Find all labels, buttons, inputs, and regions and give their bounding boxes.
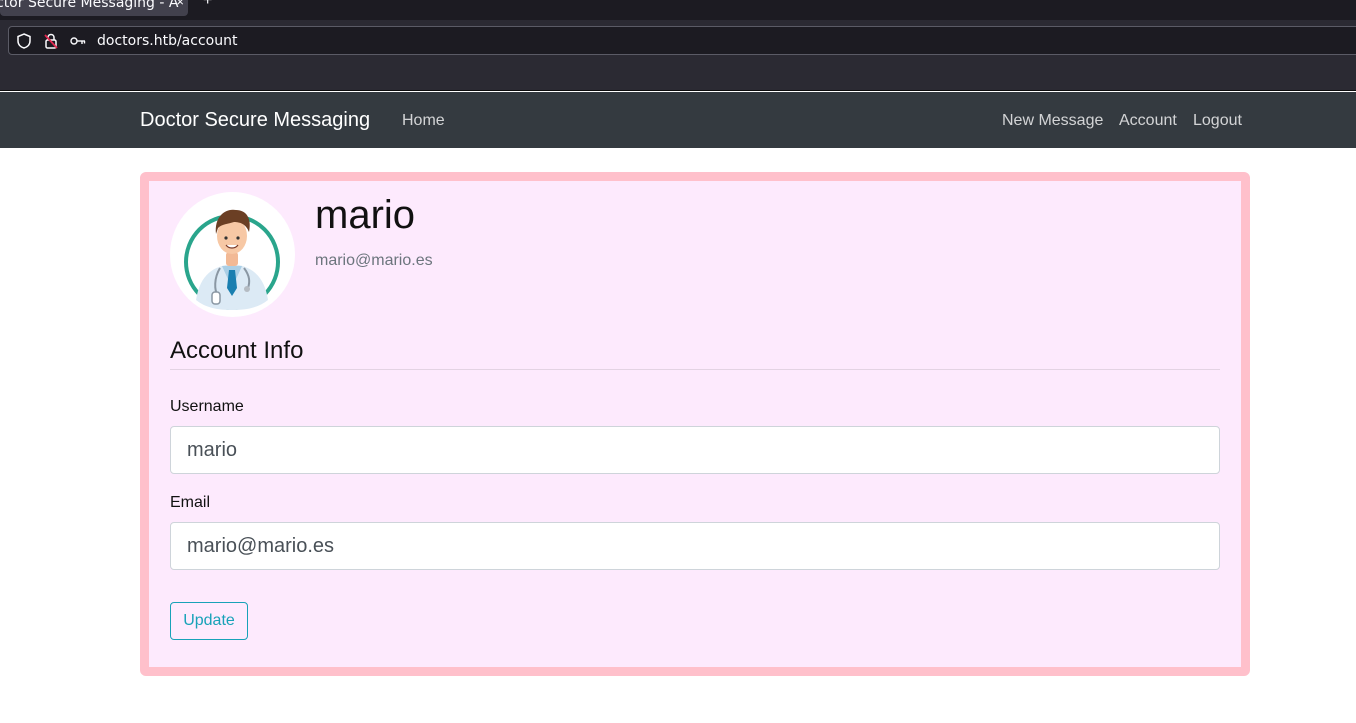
browser-tab[interactable]: ctor Secure Messaging - A × <box>0 0 188 16</box>
browser-tab-strip: ctor Secure Messaging - A × + <box>0 0 1356 20</box>
email-label: Email <box>170 494 211 511</box>
browser-tab-title: ctor Secure Messaging - A <box>0 0 179 11</box>
url-text[interactable]: doctors.htb/account <box>97 33 237 49</box>
new-tab-button[interactable]: + <box>203 0 212 10</box>
browser-toolbar: doctors.htb/account <box>0 20 1356 60</box>
username-label: Username <box>170 398 244 415</box>
bookmarks-bar <box>0 60 1356 91</box>
doctor-avatar-icon <box>184 209 280 310</box>
url-bar[interactable]: doctors.htb/account <box>8 26 1356 55</box>
nav-link-account[interactable]: Account <box>1119 112 1177 130</box>
site-navbar: Doctor Secure Messaging Home New Message… <box>0 92 1356 148</box>
nav-link-home[interactable]: Home <box>402 112 445 130</box>
profile-email: mario@mario.es <box>315 252 433 269</box>
profile-username: mario <box>315 193 416 237</box>
insecure-lock-icon[interactable] <box>42 32 60 50</box>
update-button[interactable]: Update <box>170 602 248 640</box>
account-card: mario mario@mario.es Account Info Userna… <box>140 172 1250 676</box>
username-input[interactable] <box>170 426 1220 474</box>
nav-link-new-message[interactable]: New Message <box>1002 112 1103 130</box>
divider <box>170 369 1220 370</box>
email-input[interactable] <box>170 522 1220 570</box>
key-icon[interactable] <box>69 32 87 50</box>
section-title: Account Info <box>170 337 304 364</box>
avatar <box>170 192 295 317</box>
close-icon[interactable]: × <box>176 0 184 9</box>
nav-link-logout[interactable]: Logout <box>1193 112 1242 130</box>
navbar-brand[interactable]: Doctor Secure Messaging <box>140 109 370 132</box>
shield-icon[interactable] <box>15 32 33 50</box>
